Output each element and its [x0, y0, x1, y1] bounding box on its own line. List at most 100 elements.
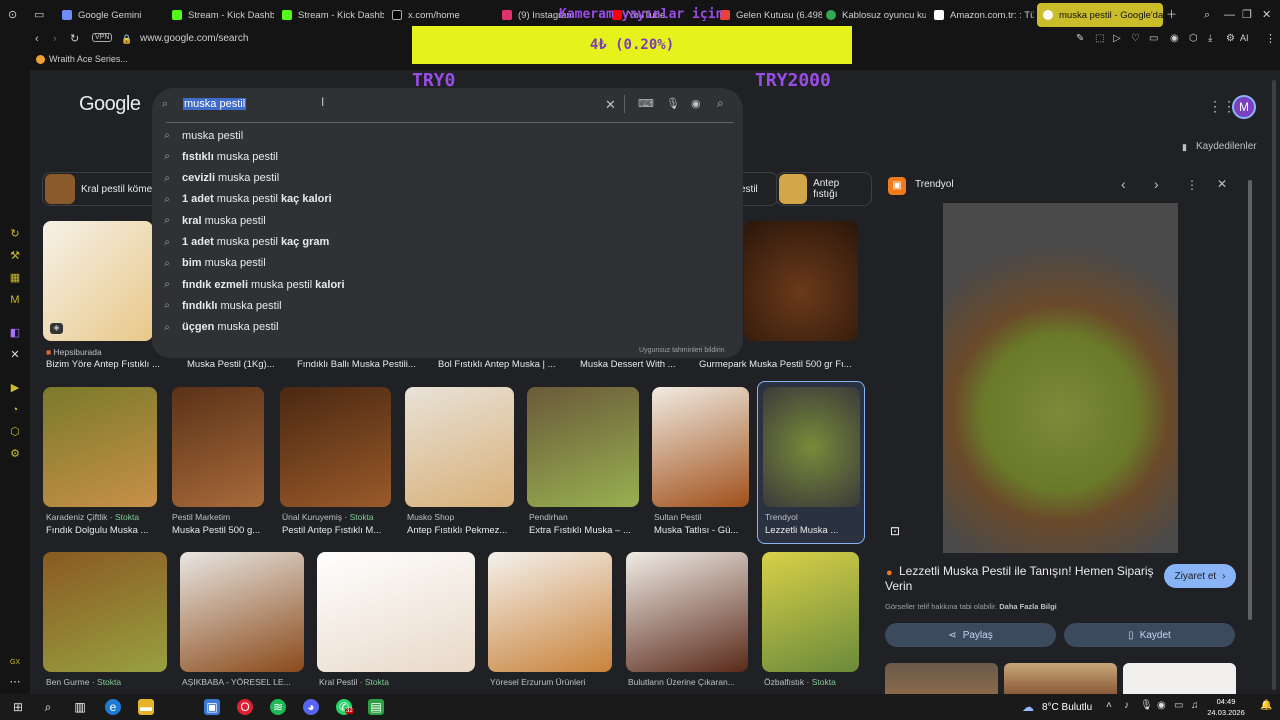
tab-gmail[interactable]: Gelen Kutusu (6.498)	[714, 3, 822, 27]
lock-icon[interactable]: 🔒	[121, 32, 132, 46]
result-title[interactable]: Fındıklı Ballı Muska Pestili...	[297, 359, 422, 370]
play-icon[interactable]: ▷	[1113, 32, 1121, 46]
sidebar-more-icon[interactable]: ⋯	[8, 675, 22, 689]
url-field[interactable]: www.google.com/search	[140, 33, 248, 44]
opera-gx-icon[interactable]: O	[237, 699, 253, 715]
settings-icon[interactable]: ⚙	[1226, 32, 1235, 46]
player-icon[interactable]: ▶	[8, 381, 22, 395]
more-info-link[interactable]: Daha Fazla Bilgi	[999, 602, 1057, 611]
weather-text[interactable]: 8°C Bulutlu	[1042, 702, 1092, 713]
wallet-icon[interactable]: ▭	[1149, 32, 1158, 46]
suggestion-item[interactable]: ⌕ cevizli muska pestil	[152, 168, 743, 189]
filter-chip[interactable]: Kral pestil köme	[42, 172, 162, 206]
panel-source[interactable]: Trendyol	[915, 179, 954, 190]
panel-scrollbar[interactable]	[1248, 180, 1252, 620]
result-title[interactable]: Gurmepark Muska Pestil 500 gr Fı...	[699, 359, 859, 370]
related-thumb[interactable]	[885, 663, 998, 694]
tab-kablosuz[interactable]: Kablosuz oyuncu ku	[820, 3, 926, 27]
panel-title[interactable]: Lezzetli Muska Pestil ile Tanışın! Hemen…	[885, 564, 1175, 594]
camera-icon[interactable]: ◉	[1170, 32, 1179, 46]
suggestion-item[interactable]: ⌕ 1 adet muska pestil kaç gram	[152, 232, 743, 253]
lens-icon[interactable]: ◉	[691, 97, 701, 110]
prev-icon[interactable]: ‹	[1121, 176, 1126, 192]
reload-icon[interactable]: ↻	[70, 32, 79, 46]
gx-icon[interactable]: GX	[8, 656, 22, 670]
settings-side-icon[interactable]: ⚙	[8, 447, 22, 461]
notifications-icon[interactable]: 🔔	[1260, 700, 1272, 711]
close-window-icon[interactable]: ✕	[1262, 8, 1271, 22]
next-icon[interactable]: ›	[1154, 176, 1159, 192]
clock[interactable]: 04:49 24.03.2026	[1201, 696, 1251, 718]
tab-kick-1[interactable]: Stream - Kick Dashb	[166, 3, 274, 27]
start-icon[interactable]: ⊞	[10, 699, 26, 715]
history-icon[interactable]: ◔	[8, 403, 22, 417]
pin-icon[interactable]: ✎	[1076, 32, 1084, 46]
tray-chevron-icon[interactable]: ˄	[1106, 700, 1112, 711]
suggestion-item[interactable]: ⌕ muska pestil	[152, 125, 743, 146]
panel-more-icon[interactable]: ⋮	[1186, 178, 1198, 192]
vpn-badge[interactable]: VPN	[92, 33, 113, 42]
saved-link[interactable]: Kaydedilenler	[1196, 141, 1257, 152]
spotify-icon[interactable]: ≋	[270, 699, 286, 715]
tab-amazon[interactable]: Amazon.com.tr: : Tüm	[928, 3, 1034, 27]
store-icon[interactable]: ▣	[204, 699, 220, 715]
suggestion-item[interactable]: ⌕ fıstıklı muska pestil	[152, 146, 743, 167]
suggestion-item[interactable]: ⌕ fındık ezmeli muska pestil kalori	[152, 274, 743, 295]
gmail-side-icon[interactable]: M	[8, 293, 22, 307]
maximize-icon[interactable]: ❐	[1242, 8, 1252, 22]
avatar[interactable]: M	[1232, 95, 1256, 119]
more-icon[interactable]: ⋮	[1265, 32, 1276, 46]
edge-icon[interactable]: e	[105, 699, 121, 715]
tab-kick-2[interactable]: Stream - Kick Dashb	[276, 3, 384, 27]
mic-icon[interactable]: 🎙	[666, 97, 680, 110]
preview-image[interactable]	[943, 203, 1178, 553]
share-button[interactable]: ⋖ Paylaş	[885, 623, 1056, 647]
explorer-icon[interactable]: ▬	[138, 699, 154, 715]
suggestion-item[interactable]: ⌕ kral muska pestil	[152, 210, 743, 231]
tray-icon[interactable]: ♪	[1124, 700, 1129, 711]
x-side-icon[interactable]: ✕	[8, 348, 22, 362]
lens-search-icon[interactable]: ⊡	[890, 524, 900, 538]
tools-icon[interactable]: ⚒	[8, 249, 22, 263]
search-submit-icon[interactable]: ⌕	[717, 96, 724, 111]
search-input[interactable]: muska pestil	[183, 98, 583, 112]
result-title[interactable]: Bol Fıstıklı Antep Muska | ...	[438, 359, 563, 370]
forward-icon[interactable]: ›	[53, 32, 57, 46]
result-title[interactable]: Muska Pestil (1Kg)...	[187, 359, 282, 370]
ai-button[interactable]: AI	[1240, 33, 1249, 43]
extensions-icon[interactable]: ⬡	[1189, 32, 1198, 46]
taskbar-search-icon[interactable]: ⌕	[40, 699, 56, 715]
filter-chip[interactable]: estil	[738, 172, 778, 206]
discord-icon[interactable]: ◕	[303, 699, 319, 715]
keyboard-icon[interactable]: ⌨	[638, 97, 654, 110]
extensions-side-icon[interactable]: ⬡	[8, 425, 22, 439]
bookmark-item[interactable]: Wraith Ace Series...	[49, 54, 128, 64]
save-button[interactable]: ▯ Kaydet	[1064, 623, 1235, 647]
result-title[interactable]: Muska Dessert With ...	[580, 359, 680, 370]
search-tabs-icon[interactable]: ⌕	[1204, 8, 1210, 22]
suggestion-item[interactable]: ⌕ bim muska pestil	[152, 253, 743, 274]
back-icon[interactable]: ‹	[35, 32, 39, 46]
visit-button[interactable]: Ziyaret et ›	[1164, 564, 1236, 588]
minimize-icon[interactable]: —	[1224, 8, 1235, 22]
app-icon[interactable]: ▤	[368, 699, 384, 715]
report-link[interactable]: Uygunsuz tahminleri bildirin	[639, 347, 725, 354]
image-result-selected[interactable]: Trendyol Lezzetli Muska ...	[757, 381, 865, 544]
google-logo[interactable]: Google	[79, 93, 141, 116]
network-icon[interactable]: ▭	[1174, 700, 1183, 711]
page-scrollbar[interactable]	[1272, 80, 1276, 690]
suggestion-item[interactable]: ⌕ fındıklı muska pestil	[152, 295, 743, 316]
snapshot-icon[interactable]: ⬚	[1095, 32, 1104, 46]
new-tab-icon[interactable]: ＋	[1166, 8, 1177, 22]
filter-chip[interactable]: Antep fıstığı	[776, 172, 872, 206]
tab-x[interactable]: x.com/home	[386, 3, 494, 27]
related-thumb[interactable]	[1004, 663, 1117, 694]
browser-menu-icon[interactable]: ⊙	[8, 8, 17, 22]
aria-icon[interactable]: ↻	[8, 227, 22, 241]
panel-close-icon[interactable]: ✕	[1217, 177, 1227, 191]
mic-tray-icon[interactable]: 🎙	[1140, 700, 1153, 711]
news-icon[interactable]: ▦	[8, 271, 22, 285]
suggestion-item[interactable]: ⌕ üçgen muska pestil	[152, 317, 743, 338]
tab-gemini[interactable]: Google Gemini	[56, 3, 164, 27]
workspaces-icon[interactable]: ▭	[34, 8, 44, 22]
